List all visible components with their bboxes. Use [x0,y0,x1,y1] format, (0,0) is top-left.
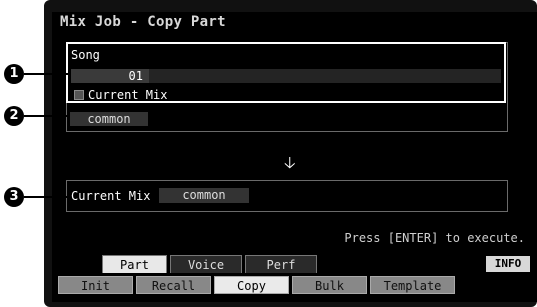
callout-3: 3 [4,187,24,207]
destination-current-mix-label: Current Mix [71,189,151,203]
song-number-field[interactable]: 01 [71,69,149,83]
tab-perf[interactable]: Perf [245,255,317,273]
tab-recall[interactable]: Recall [136,276,211,294]
tab-bar: Part Voice Perf INFO Init Recall Copy Bu… [52,255,537,302]
tab-init[interactable]: Init [58,276,133,294]
tab-voice[interactable]: Voice [170,255,242,273]
callout-1: 1 [4,64,24,84]
execute-hint: Press [ENTER] to execute. [344,231,525,245]
song-name-strip [149,69,501,83]
destination-frame: Current Mix common [66,180,508,212]
destination-part-field[interactable]: common [159,188,249,203]
callout-2: 2 [4,106,24,126]
current-mix-label: Current Mix [88,88,168,102]
source-part-field[interactable]: common [70,112,148,126]
callout-3-leader [24,196,68,198]
current-mix-checkbox[interactable] [74,90,84,100]
page-title: Mix Job - Copy Part [60,14,226,30]
tab-template[interactable]: Template [370,276,455,294]
down-arrow-icon: 🡣 [284,153,296,172]
callout-2-leader [24,115,70,117]
song-label: Song [71,48,100,62]
tab-part[interactable]: Part [102,255,167,273]
lcd-screen: Mix Job - Copy Part Song 01 Current Mix … [52,12,537,302]
tab-bulk[interactable]: Bulk [292,276,367,294]
tab-copy[interactable]: Copy [214,276,289,294]
info-button[interactable]: INFO [486,256,530,272]
callout-1-leader [24,73,68,75]
source-song-frame: Song 01 Current Mix [66,42,506,103]
